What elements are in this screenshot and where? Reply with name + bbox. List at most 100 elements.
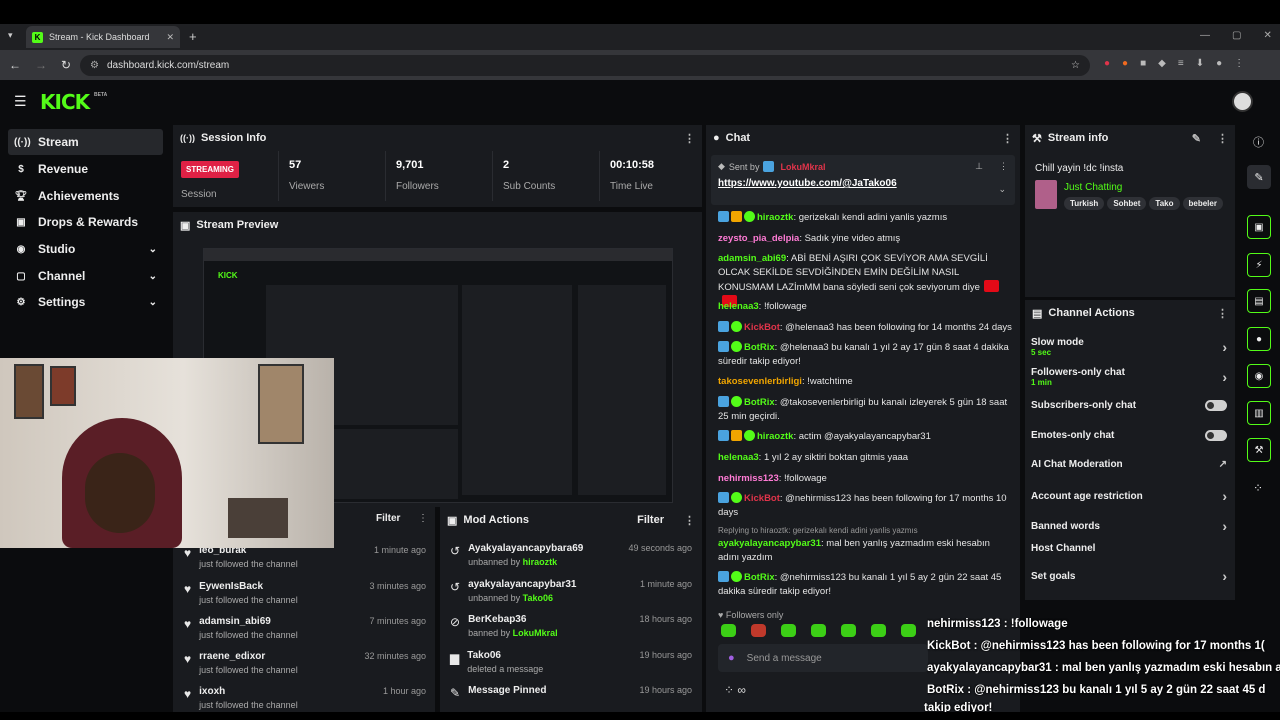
chat-username[interactable]: takosevenlerbirligi xyxy=(718,376,802,387)
channel-action-ai-chat-moderation[interactable]: AI Chat Moderation ↗ xyxy=(1031,459,1227,470)
channel-action-banned-words[interactable]: Banned words › xyxy=(1031,518,1227,534)
sidebar-item-achievements[interactable]: 🏆︎ Achievements xyxy=(8,183,163,209)
more-menu-icon[interactable]: ⋮ xyxy=(684,132,695,145)
more-menu-icon[interactable]: ⋮ xyxy=(1002,132,1013,145)
close-window-icon[interactable]: ✕ xyxy=(1263,30,1271,41)
activity-user[interactable]: ixoxh xyxy=(199,686,298,697)
extensions-puzzle-icon[interactable]: ◆ xyxy=(1158,58,1166,69)
unpin-icon[interactable]: ⊥ xyxy=(975,161,983,172)
rail-document-icon[interactable]: ▤ xyxy=(1247,289,1271,313)
chat-username[interactable]: nehirmiss123 xyxy=(718,473,779,484)
new-tab-icon[interactable]: + xyxy=(189,29,197,44)
emote-icon[interactable] xyxy=(751,624,766,637)
chat-username[interactable]: hiraoztk xyxy=(757,431,793,442)
activity-filter-button[interactable]: Filter xyxy=(376,513,400,524)
more-menu-icon[interactable]: ⋮ xyxy=(999,161,1008,172)
channel-action-followers-only-chat[interactable]: Followers-only chat 1 min › xyxy=(1031,367,1227,387)
forward-icon[interactable]: → xyxy=(35,58,47,72)
chat-input[interactable]: ● Send a message xyxy=(718,644,928,672)
info-icon[interactable]: ⓘ xyxy=(1253,134,1264,150)
chat-settings-icon[interactable]: ⁘ ∞ xyxy=(724,683,746,697)
mod-actor[interactable]: hiraoztk xyxy=(523,557,558,567)
rail-more-icon[interactable]: ⁘ xyxy=(1253,481,1263,495)
rail-wrench-icon[interactable]: ⚒ xyxy=(1247,438,1271,462)
mod-actor[interactable]: LokuMkral xyxy=(513,628,558,638)
microphone-icon[interactable]: ● xyxy=(728,652,735,664)
rail-window-icon[interactable]: ▥ xyxy=(1247,401,1271,425)
chat-username[interactable]: BotRix xyxy=(744,397,775,408)
emote-icon[interactable] xyxy=(871,624,886,637)
emote-icon[interactable] xyxy=(811,624,826,637)
activity-user[interactable]: rraene_edixor xyxy=(199,651,298,662)
chat-username[interactable]: KickBot xyxy=(744,322,780,333)
media-icon[interactable]: ≡ xyxy=(1178,58,1184,69)
mod-actor[interactable]: Tako06 xyxy=(523,593,553,603)
chat-username[interactable]: helenaa3 xyxy=(718,301,759,312)
chat-username[interactable]: adamsin_abi69 xyxy=(718,253,786,264)
mod-target[interactable]: Tako06 xyxy=(467,650,543,661)
activity-user[interactable]: EywenIsBack xyxy=(199,581,298,592)
more-menu-icon[interactable]: ⋮ xyxy=(684,514,695,527)
mod-target[interactable]: Message Pinned xyxy=(468,685,546,696)
kick-logo[interactable]: KICK xyxy=(40,90,90,114)
mod-target[interactable]: Ayakyalayancapybara69 xyxy=(468,543,583,554)
chat-username[interactable]: KickBot xyxy=(744,493,780,504)
sidebar-item-stream[interactable]: ((·)) Stream xyxy=(8,129,163,155)
site-info-icon[interactable]: ⚙ xyxy=(90,60,99,71)
reload-icon[interactable]: ↻ xyxy=(61,58,71,72)
close-tab-icon[interactable]: ✕ xyxy=(166,32,174,43)
channel-action-emotes-only-chat[interactable]: Emotes-only chat xyxy=(1031,430,1227,441)
address-bar[interactable]: ⚙ dashboard.kick.com/stream ☆ xyxy=(80,55,1090,76)
chat-username[interactable]: ayakyalayancapybar31 xyxy=(718,538,821,549)
user-avatar[interactable] xyxy=(1232,91,1253,112)
pinned-by-user[interactable]: LokuMkral xyxy=(780,162,825,172)
pinned-link[interactable]: https://www.youtube.com/@JaTako06 xyxy=(718,178,1008,189)
chat-username[interactable]: hiraoztk xyxy=(757,212,793,223)
minimize-icon[interactable]: — xyxy=(1200,30,1210,41)
emote-icon[interactable] xyxy=(721,624,736,637)
extension-orange-icon[interactable]: ● xyxy=(1122,58,1128,69)
rail-chat-icon[interactable]: ● xyxy=(1247,327,1271,351)
back-icon[interactable]: ← xyxy=(9,58,21,72)
more-menu-icon[interactable]: ⋮ xyxy=(418,513,428,524)
maximize-icon[interactable]: ▢ xyxy=(1232,30,1241,41)
mod-target[interactable]: BerKebap36 xyxy=(468,614,558,625)
emote-icon[interactable] xyxy=(901,624,916,637)
toggle-switch[interactable] xyxy=(1205,400,1227,411)
chat-username[interactable]: BotRix xyxy=(744,572,775,583)
channel-action-account-age-restriction[interactable]: Account age restriction › xyxy=(1031,488,1227,504)
channel-action-host-channel[interactable]: Host Channel xyxy=(1031,543,1227,554)
edit-pencil-icon[interactable]: ✎ xyxy=(1192,132,1201,145)
sidebar-item-studio[interactable]: ◉ Studio ⌄ xyxy=(8,236,163,262)
hamburger-menu-icon[interactable]: ☰ xyxy=(14,93,27,110)
toggle-switch[interactable] xyxy=(1205,430,1227,441)
more-menu-icon[interactable]: ⋮ xyxy=(1217,307,1228,320)
expand-chevron-icon[interactable]: ⌄ xyxy=(998,184,1006,195)
emote-icon[interactable] xyxy=(781,624,796,637)
sidebar-item-drops[interactable]: ▣ Drops & Rewards xyxy=(8,209,163,235)
channel-action-set-goals[interactable]: Set goals › xyxy=(1031,568,1227,584)
chat-username[interactable]: zeysto_pia_delpia xyxy=(718,233,799,244)
rail-lightning-icon[interactable]: ⚡︎ xyxy=(1247,253,1271,277)
emote-icon[interactable] xyxy=(841,624,856,637)
channel-action-slow-mode[interactable]: Slow mode 5 sec › xyxy=(1031,337,1227,357)
mod-target[interactable]: ayakyalayancapybar31 xyxy=(468,579,576,590)
mod-filter-button[interactable]: Filter xyxy=(637,514,664,526)
activity-user[interactable]: adamsin_abi69 xyxy=(199,616,298,627)
sidebar-item-channel[interactable]: ▢ Channel ⌄ xyxy=(8,263,163,289)
rail-broadcast-icon[interactable]: ◉ xyxy=(1247,364,1271,388)
sidebar-item-settings[interactable]: ⚙ Settings ⌄ xyxy=(8,289,163,315)
extension-red-icon[interactable]: ● xyxy=(1104,58,1110,69)
bookmark-star-icon[interactable]: ☆ xyxy=(1071,60,1080,71)
browser-tab[interactable]: K Stream - Kick Dashboard ✕ xyxy=(26,26,180,48)
sidebar-item-revenue[interactable]: $ Revenue xyxy=(8,156,163,182)
extension-gray-icon[interactable]: ■ xyxy=(1140,58,1146,69)
edit-layout-icon[interactable]: ✎ xyxy=(1247,165,1271,189)
chat-username[interactable]: helenaa3 xyxy=(718,452,759,463)
more-menu-icon[interactable]: ⋮ xyxy=(1217,132,1228,145)
tab-list-icon[interactable]: ▾ xyxy=(8,30,13,41)
channel-action-subscribers-only-chat[interactable]: Subscribers-only chat xyxy=(1031,400,1227,411)
pinned-message[interactable]: ◆ Sent by LokuMkral ⊥ ⋮ https://www.youtub… xyxy=(711,155,1015,205)
downloads-icon[interactable]: ⬇ xyxy=(1196,58,1204,69)
profile-icon[interactable]: ● xyxy=(1216,58,1222,69)
